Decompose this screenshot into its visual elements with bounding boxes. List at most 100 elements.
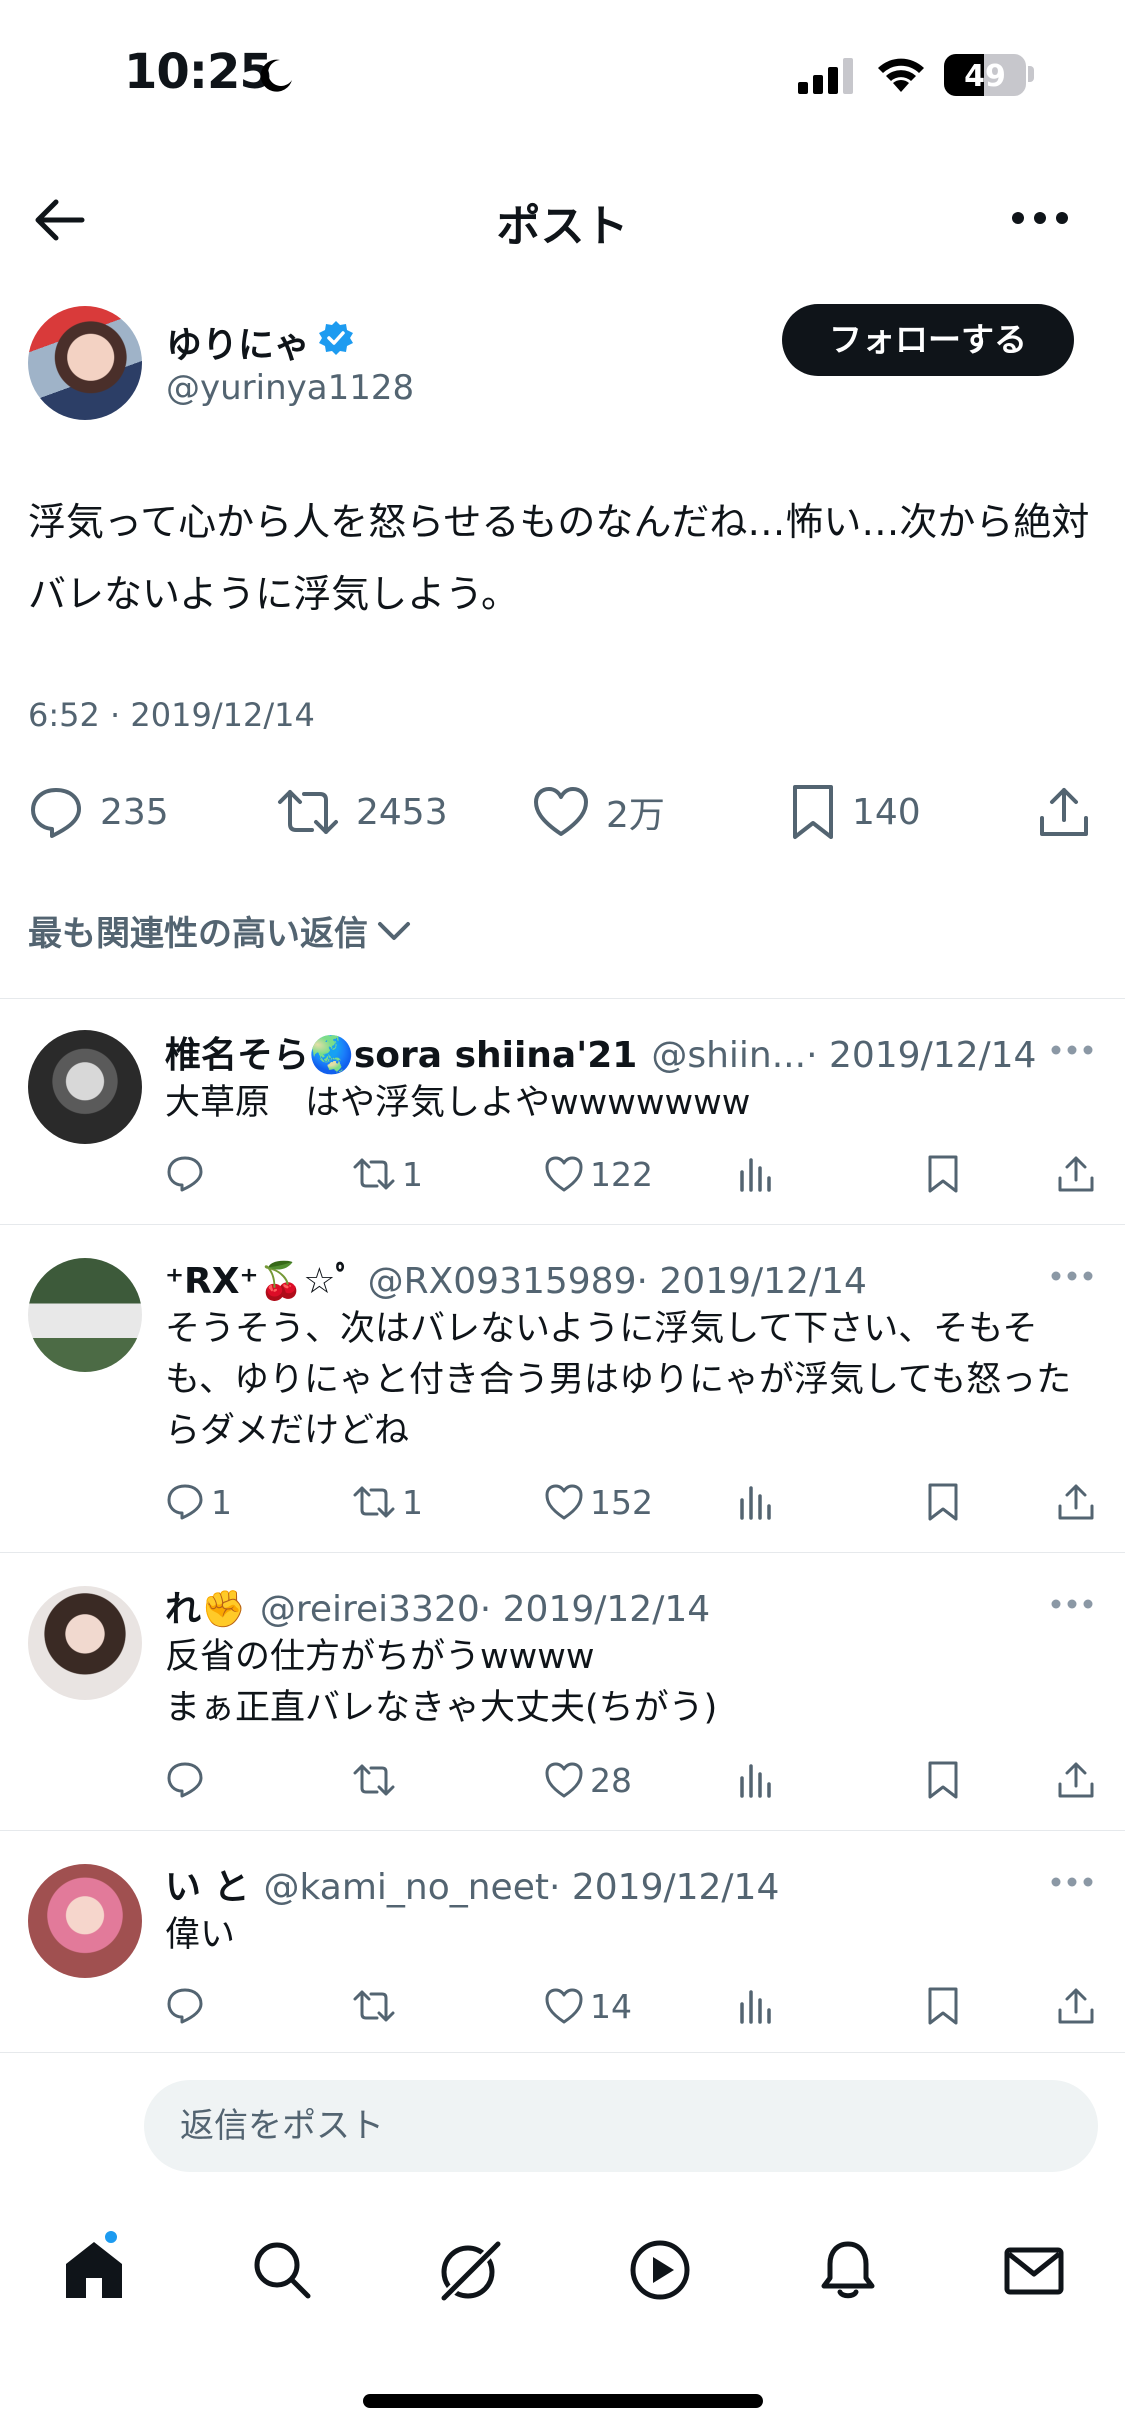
reply-stat[interactable]: 235: [28, 780, 169, 844]
reply-header: れ✊ @reirei3320 · 2019/12/14: [165, 1580, 710, 1632]
reply-header: ⁺RX⁺🍒☆ﾟ @RX09315989 · 2019/12/14: [165, 1252, 867, 1304]
reply-author-name[interactable]: れ✊: [165, 1580, 246, 1632]
more-options-icon[interactable]: [1050, 1876, 1094, 1888]
wifi-icon: [878, 58, 924, 92]
tab-grok[interactable]: [430, 2230, 510, 2310]
repost-icon: [353, 1764, 395, 1796]
views-button[interactable]: [738, 1758, 774, 1802]
repost-button[interactable]: [352, 1984, 402, 2028]
post-timestamp: 6:52 · 2019/12/14: [28, 696, 315, 734]
cellular-signal-icon: [798, 58, 853, 94]
like-count: 122: [590, 1154, 653, 1194]
tab-video[interactable]: [620, 2230, 700, 2310]
reply-author-name[interactable]: 椎名そら🌏sora shiina'21: [165, 1026, 637, 1078]
bookmark-button[interactable]: [926, 1758, 960, 1802]
divider: [0, 2052, 1125, 2053]
share-button[interactable]: [1056, 1152, 1096, 1196]
reply-icon: [167, 1988, 203, 2024]
reply-button[interactable]: [165, 1984, 211, 2028]
like-count: 28: [590, 1760, 632, 1800]
reply-text: 大草原 はや浮気しよやwwwwwww: [165, 1083, 751, 1123]
like-button[interactable]: 122: [544, 1152, 653, 1196]
like-button[interactable]: 14: [544, 1984, 632, 2028]
more-options-icon[interactable]: [1050, 1270, 1094, 1282]
author-name[interactable]: ゆりにゃ: [166, 316, 310, 368]
reply-author-name[interactable]: い と: [165, 1858, 250, 1910]
share-button[interactable]: [1056, 1984, 1096, 2028]
top-header: ポスト: [0, 170, 1125, 270]
reply-button[interactable]: [165, 1758, 211, 1802]
video-icon: [630, 2240, 690, 2300]
tab-search[interactable]: [242, 2230, 322, 2310]
share-icon: [1058, 1156, 1094, 1192]
bookmark-button[interactable]: [926, 1984, 960, 2028]
share-button[interactable]: [1056, 1758, 1096, 1802]
tab-home[interactable]: [54, 2228, 134, 2310]
bottom-tab-bar: [0, 2200, 1125, 2340]
bookmark-stat[interactable]: 140: [790, 780, 921, 844]
share-icon: [1040, 788, 1088, 836]
avatar[interactable]: [28, 1258, 142, 1372]
bookmark-icon: [928, 1761, 958, 1799]
share-icon: [1058, 1484, 1094, 1520]
repost-icon: [353, 1486, 395, 1518]
share-stat[interactable]: [1036, 780, 1092, 844]
repost-icon: [353, 1158, 395, 1190]
reply-count: 235: [100, 791, 169, 833]
divider: [0, 1552, 1125, 1553]
reply-button[interactable]: [165, 1152, 211, 1196]
search-icon: [254, 2242, 311, 2299]
like-stat[interactable]: 2万: [532, 780, 665, 844]
reply-icon: [31, 788, 81, 838]
bookmark-button[interactable]: [926, 1480, 960, 1524]
share-button[interactable]: [1056, 1480, 1096, 1524]
bookmark-button[interactable]: [926, 1152, 960, 1196]
analytics-icon: [740, 1764, 771, 1798]
reply-actions: 14: [0, 1984, 1125, 2028]
views-button[interactable]: [738, 1152, 774, 1196]
avatar[interactable]: [28, 1864, 142, 1978]
reply-button[interactable]: 1: [165, 1480, 232, 1524]
status-time: 10:25: [124, 44, 273, 100]
reply-author-handle[interactable]: @shiin...: [651, 1035, 806, 1076]
reply-actions: 1 122: [0, 1152, 1125, 1196]
reply-input[interactable]: [144, 2080, 1098, 2172]
reply-count: 1: [211, 1482, 232, 1522]
repost-stat[interactable]: 2453: [276, 780, 448, 844]
analytics-icon: [740, 1990, 771, 2024]
more-options-icon[interactable]: [1010, 210, 1070, 226]
page-title: ポスト: [496, 201, 629, 252]
reply-author-handle[interactable]: @reirei3320: [260, 1589, 480, 1630]
views-button[interactable]: [738, 1984, 774, 2028]
views-button[interactable]: [738, 1480, 774, 1524]
like-button[interactable]: 28: [544, 1758, 632, 1802]
avatar[interactable]: [28, 1586, 142, 1700]
repost-button[interactable]: 1: [352, 1480, 423, 1524]
more-options-icon[interactable]: [1050, 1598, 1094, 1610]
follow-button[interactable]: フォローする: [782, 304, 1074, 376]
avatar[interactable]: [28, 1030, 142, 1144]
status-bar: 10:25 49: [0, 0, 1125, 150]
heart-icon: [545, 1484, 583, 1520]
like-button[interactable]: 152: [544, 1480, 653, 1524]
bookmark-count: 140: [852, 791, 921, 833]
author-handle[interactable]: @yurinya1128: [166, 368, 414, 408]
bookmark-icon: [928, 1987, 958, 2025]
reply-icon: [167, 1762, 203, 1798]
reply-composer[interactable]: [144, 2080, 1098, 2172]
reply-author-handle[interactable]: @kami_no_neet: [264, 1867, 549, 1908]
reply-author-name[interactable]: ⁺RX⁺🍒☆ﾟ: [165, 1252, 354, 1304]
share-icon: [1058, 1988, 1094, 2024]
reply-icon: [167, 1156, 203, 1192]
reply-author-handle[interactable]: @RX09315989: [368, 1261, 637, 1302]
more-options-icon[interactable]: [1050, 1044, 1094, 1056]
tab-notifications[interactable]: [808, 2230, 888, 2310]
repost-button[interactable]: 1: [352, 1152, 423, 1196]
reply-header: い と @kami_no_neet · 2019/12/14: [165, 1858, 779, 1910]
reply-sort-selector[interactable]: 最も関連性の高い返信: [28, 906, 412, 955]
avatar[interactable]: [28, 306, 142, 420]
repost-button[interactable]: [352, 1758, 402, 1802]
tab-messages[interactable]: [994, 2230, 1074, 2310]
reply-header: 椎名そら🌏sora shiina'21 @shiin... · 2019/12/…: [165, 1026, 1036, 1078]
post-text: 浮気って心から人を怒らせるものなんだね…怖い…次から絶対バレないように浮気しよう…: [28, 500, 1090, 616]
